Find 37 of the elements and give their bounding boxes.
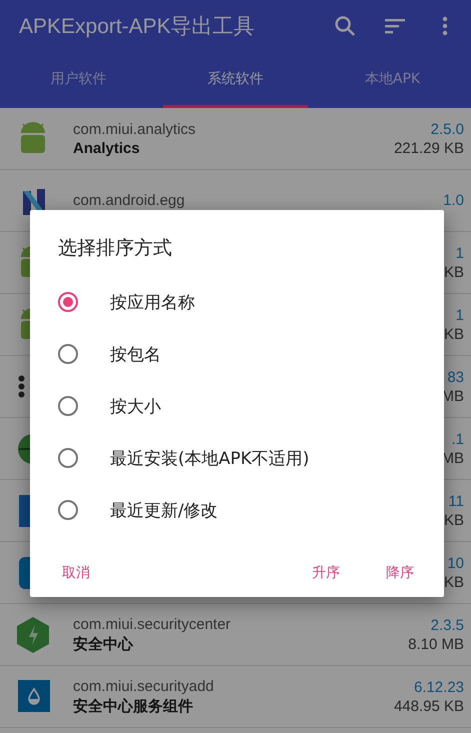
version-label: 83	[447, 368, 464, 386]
dialog-button[interactable]: 降序	[378, 558, 422, 588]
version-label: 2.3.5	[430, 616, 464, 634]
option-label[interactable]: 按应用名称	[110, 290, 195, 314]
size-label: 448.95 KB	[394, 698, 464, 714]
app-title: APKExport-APK导出工具	[19, 14, 256, 40]
size-label: 221.29 KB	[394, 140, 464, 156]
version-label: 1.0	[443, 192, 464, 209]
version-label: 11	[448, 492, 464, 510]
size-label: KB	[444, 326, 464, 342]
version-label: 1	[456, 306, 464, 324]
size-label: KB	[444, 512, 464, 528]
app-name: 安全中心	[73, 634, 134, 654]
option-label[interactable]: 按包名	[110, 342, 161, 366]
version-label: 6.12.23	[414, 678, 464, 696]
app-name: 安全中心服务组件	[73, 696, 194, 716]
size-label: KB	[444, 574, 464, 590]
option-label[interactable]: 最近更新/修改	[110, 498, 218, 522]
version-label: 2.5.0	[430, 120, 464, 138]
app-name: Analytics	[73, 140, 141, 156]
package-name: com.android.egg	[73, 192, 186, 209]
version-label: 10	[447, 554, 464, 572]
dialog-button[interactable]: 升序	[304, 558, 348, 588]
package-name: com.miui.analytics	[73, 120, 197, 138]
size-label: KB	[444, 264, 464, 280]
tab[interactable]: 本地APK	[320, 52, 465, 108]
dialog-title: 选择排序方式	[57, 236, 173, 261]
package-name: com.miui.securityadd	[73, 678, 215, 694]
option-label[interactable]: 最近安装(本地APK不适用)	[110, 446, 310, 470]
size-label: 8.10 MB	[408, 636, 464, 652]
package-name: com.miui.securitycenter	[73, 616, 232, 632]
option-label[interactable]: 按大小	[110, 394, 161, 418]
version-label: .1	[451, 430, 464, 448]
tab[interactable]: 用户软件	[6, 52, 151, 108]
tab[interactable]: 系统软件	[163, 52, 308, 108]
version-label: 1	[456, 244, 464, 262]
dialog-button[interactable]: 取消	[54, 558, 98, 588]
